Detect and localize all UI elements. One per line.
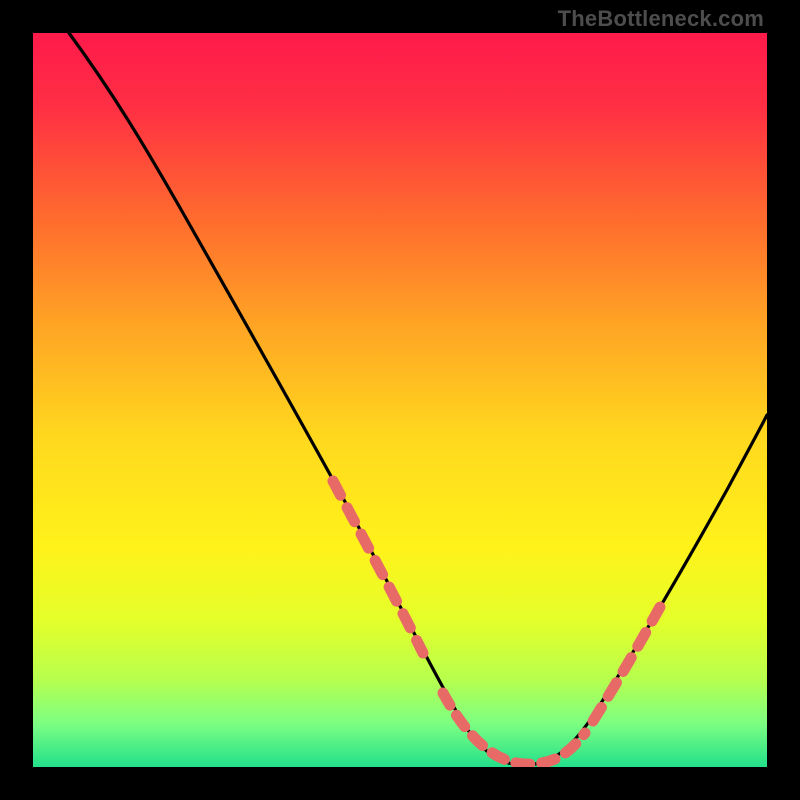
watermark-text: TheBottleneck.com <box>558 6 764 32</box>
bottleneck-curve <box>33 33 767 767</box>
plot-area <box>33 33 767 767</box>
chart-frame: TheBottleneck.com <box>0 0 800 800</box>
